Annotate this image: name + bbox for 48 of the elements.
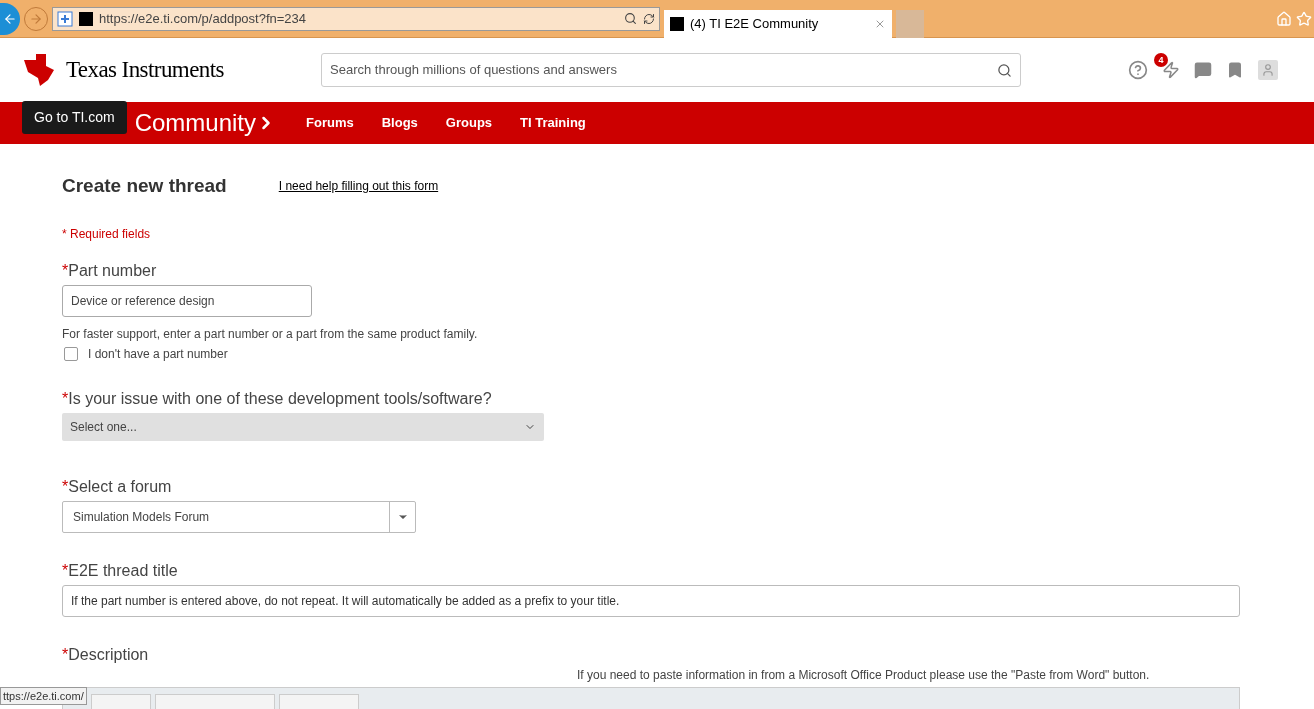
- forum-dropdown[interactable]: Simulation Models Forum: [62, 500, 416, 533]
- paste-note: If you need to paste information in from a Microsoft Office Product please use the "Paste from Word" button.: [577, 666, 1151, 683]
- field-label: E2E thread title: [68, 560, 178, 581]
- address-bar[interactable]: https://e2e.ti.com/p/addpost?fn=234: [52, 6, 660, 31]
- required-asterisk: *: [62, 560, 69, 581]
- help-link[interactable]: I need help filling out this form: [278, 177, 439, 196]
- help-icon: [1128, 60, 1148, 80]
- field-label: Description: [68, 644, 149, 665]
- field-label: Part number: [68, 260, 157, 281]
- page-title: Create new thread: [62, 174, 227, 198]
- required-asterisk: *: [62, 388, 69, 409]
- chat-icon: [1194, 61, 1212, 79]
- checkbox-label: I don't have a part number: [88, 345, 228, 363]
- home-icon: [1276, 10, 1292, 27]
- search-field[interactable]: Search through millions of questions and answers: [321, 53, 1021, 87]
- nav-link[interactable]: TI Training: [520, 113, 586, 133]
- required-asterisk: *: [62, 476, 69, 497]
- community-link[interactable]: Community: [134, 105, 277, 141]
- shield-icon: [57, 10, 73, 27]
- nav-link[interactable]: Groups: [445, 113, 493, 133]
- brand-name: Texas Instruments: [66, 55, 224, 84]
- checkbox[interactable]: [64, 346, 78, 361]
- field-label: Select a forum: [68, 476, 172, 497]
- refresh-icon: [643, 12, 655, 25]
- browser-tab[interactable]: (4) TI E2E Community: [664, 9, 892, 38]
- search-icon: [624, 12, 637, 25]
- bookmark-icon: [1226, 61, 1244, 79]
- hint-text: For faster support, enter a part number or a part from the same product family.: [62, 325, 479, 343]
- back-button[interactable]: [0, 2, 20, 35]
- required-note: * Required fields: [62, 225, 152, 243]
- lightning-icon: [1162, 61, 1180, 79]
- nav-link[interactable]: Forums: [306, 113, 354, 133]
- back-arrow-icon: [3, 11, 17, 26]
- notification-badge: 4: [1154, 53, 1168, 67]
- part-number-field[interactable]: Device or reference design: [62, 284, 312, 317]
- tools-dropdown[interactable]: Select one...: [62, 412, 544, 441]
- avatar-icon[interactable]: [1258, 60, 1278, 80]
- required-asterisk: *: [62, 260, 69, 281]
- required-asterisk: *: [62, 644, 69, 665]
- field-label: Is your issue with one of these development tools/software?: [68, 388, 492, 409]
- new-tab-button[interactable]: [896, 9, 924, 38]
- tooltip: Go to TI.com: [22, 100, 127, 134]
- thread-title-field[interactable]: If the part number is entered above, do not repeat. It will automatically be added as a prefix to your title.: [62, 584, 1240, 617]
- search-icon: [997, 62, 1012, 78]
- url-text: https://e2e.ti.com/p/addpost?fn=234: [99, 9, 308, 28]
- nav-link[interactable]: Blogs: [381, 113, 418, 133]
- favorites-star-icon: [1296, 10, 1312, 27]
- status-url: ttps://e2e.ti.com/: [0, 686, 87, 705]
